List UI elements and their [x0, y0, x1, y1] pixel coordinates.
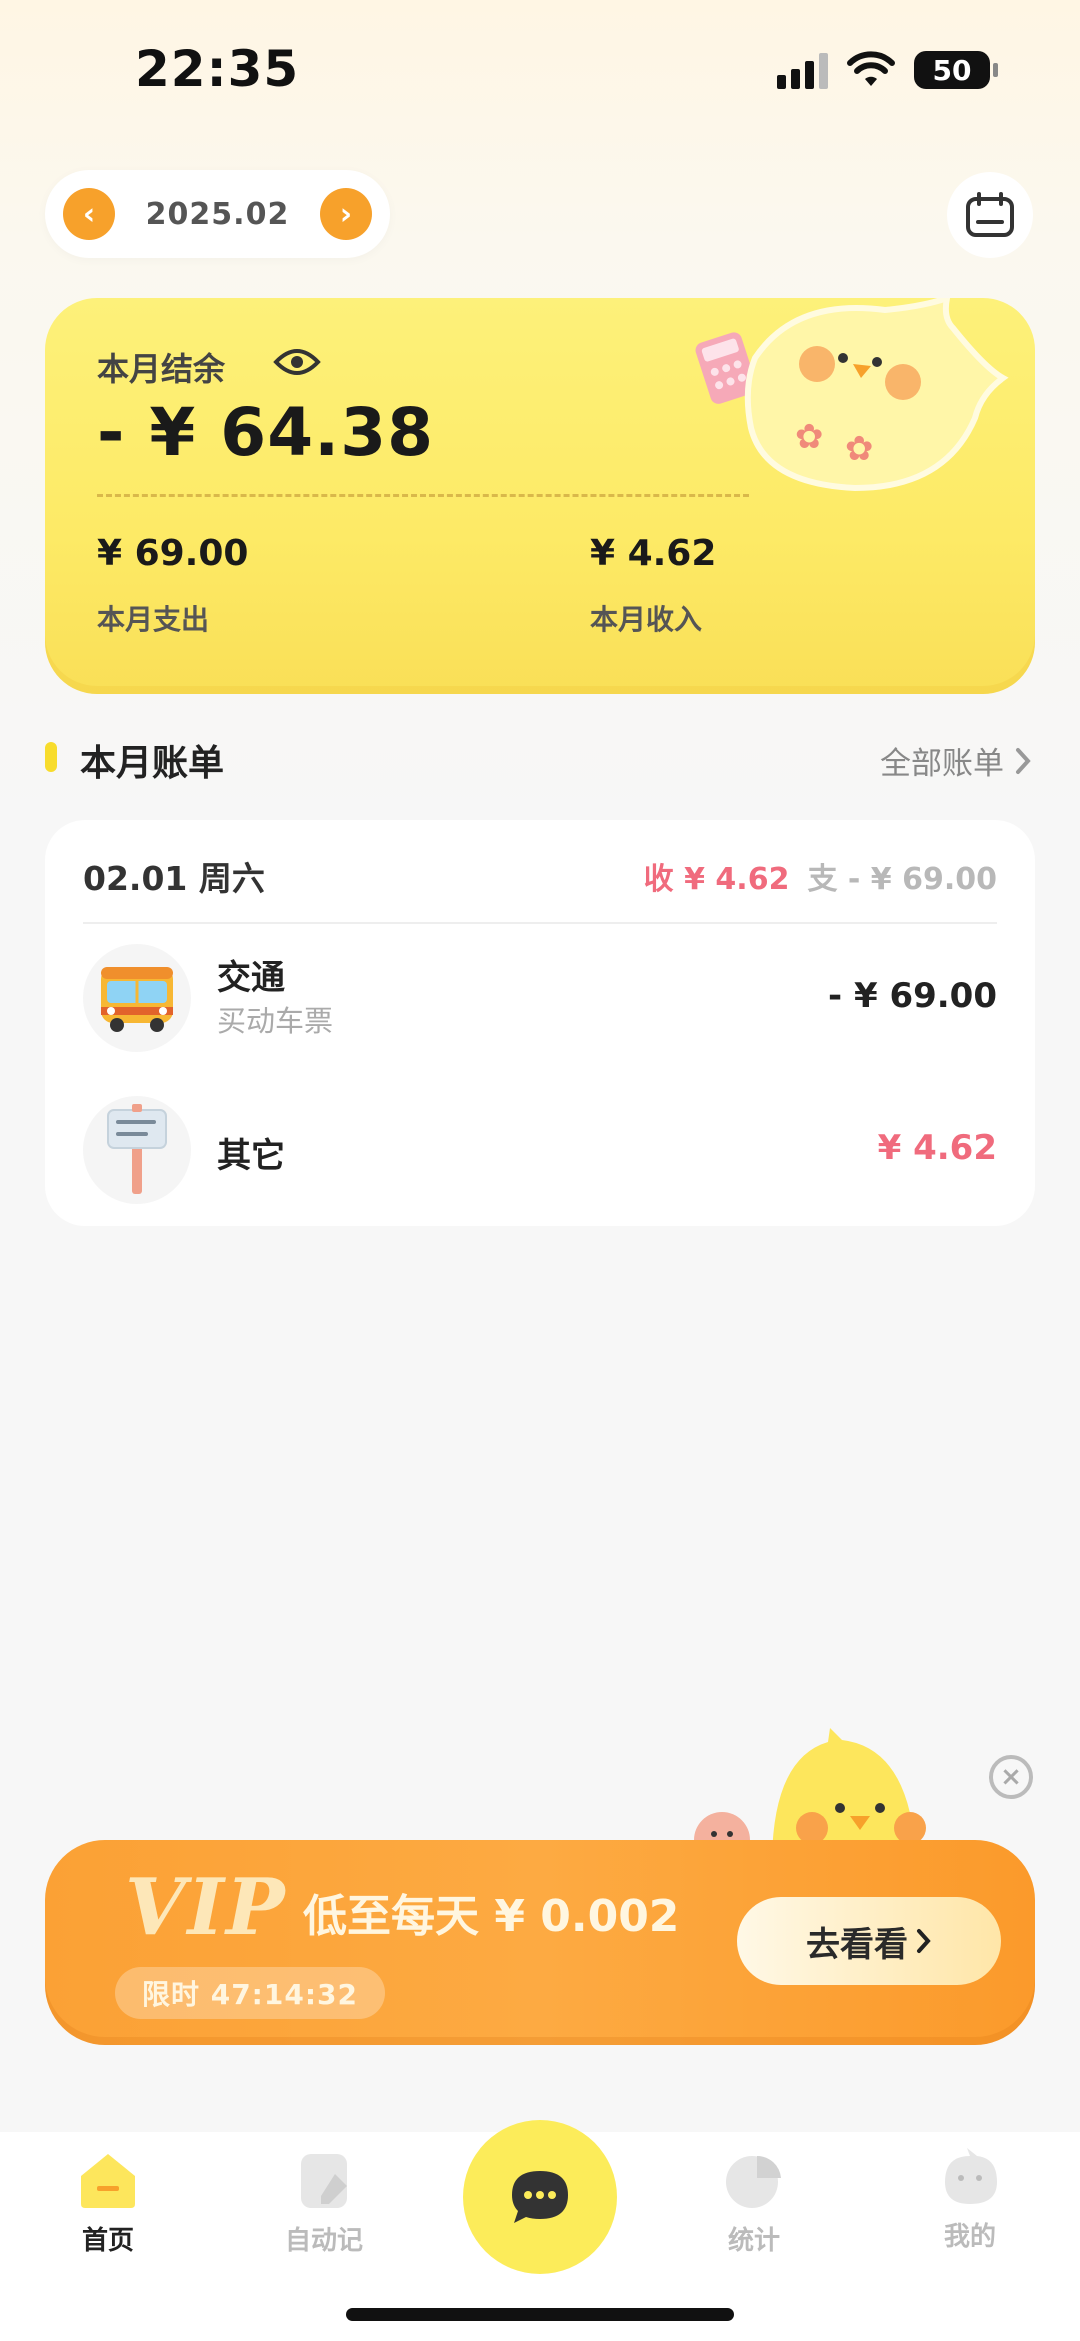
profile-icon — [945, 2148, 997, 2204]
chevron-right-icon[interactable]: › — [319, 188, 372, 240]
day-expense: 支 - ¥ 69.00 — [807, 862, 997, 897]
item-amount: ¥ 4.62 — [877, 1128, 997, 1168]
vip-logo: VIP — [125, 1862, 287, 1953]
vip-go-button[interactable]: 去看看 — [737, 1897, 1001, 1985]
chick-mascot-icon: ✿ ✿ — [695, 298, 1009, 492]
item-category: 交通 — [217, 958, 285, 998]
current-month[interactable]: 2025.02 — [146, 197, 290, 232]
tab-home-label: 首页 — [81, 2226, 134, 2256]
all-bills-label: 全部账单 — [880, 746, 1004, 782]
divider — [97, 494, 749, 497]
section-marker — [45, 742, 57, 772]
all-bills-link[interactable]: 全部账单 — [880, 738, 1032, 783]
status-time: 22:35 — [135, 40, 300, 98]
divider — [83, 922, 997, 924]
chick-mascot-icon — [694, 1728, 926, 1858]
tab-auto-record[interactable]: 自动记 — [254, 2150, 394, 2257]
month-picker: ‹ 2025.02 › — [45, 170, 390, 258]
vip-price-text: 低至每天 ¥ 0.002 — [303, 1891, 680, 1942]
tab-stats-label: 统计 — [727, 2226, 780, 2256]
eye-icon[interactable] — [273, 342, 321, 382]
item-category: 其它 — [217, 1136, 285, 1176]
svg-text:✿: ✿ — [795, 417, 824, 457]
list-item[interactable]: 其它 ¥ 4.62 — [83, 1096, 997, 1204]
chat-icon — [512, 2171, 568, 2223]
list-item[interactable]: 交通 买动车票 - ¥ 69.00 — [83, 944, 997, 1052]
calendar-button[interactable] — [947, 172, 1033, 258]
balance-amount: - ¥ 64.38 — [97, 394, 435, 471]
home-indicator — [346, 2308, 734, 2321]
battery-icon: 50 — [914, 51, 998, 89]
income-label: 本月收入 — [590, 603, 703, 636]
close-icon[interactable]: × — [989, 1755, 1033, 1799]
income-amount: ¥ 4.62 — [590, 533, 717, 574]
status-icons: 50 — [777, 50, 998, 90]
signal-icon — [777, 51, 828, 89]
chat-record-button[interactable] — [463, 2120, 617, 2274]
signpost-icon — [83, 1096, 191, 1204]
chevron-right-icon — [1016, 747, 1031, 774]
day-bill-card: 02.01 周六 收 ¥ 4.62 支 - ¥ 69.00 交通 买动车票 - … — [45, 820, 1035, 1226]
item-note: 买动车票 — [217, 1004, 334, 1038]
tab-stats[interactable]: 统计 — [684, 2150, 824, 2257]
day-income: 收 ¥ 4.62 — [643, 862, 790, 897]
day-summary: 收 ¥ 4.62 支 - ¥ 69.00 — [644, 854, 997, 898]
note-icon — [301, 2154, 347, 2208]
tab-auto-label: 自动记 — [284, 2226, 363, 2256]
bills-section-title: 本月账单 — [80, 743, 225, 784]
item-amount: - ¥ 69.00 — [828, 976, 997, 1016]
tab-home[interactable]: 首页 — [38, 2150, 178, 2257]
calendar-icon — [966, 192, 1014, 237]
vip-go-label: 去看看 — [806, 1924, 908, 1965]
chevron-right-icon — [917, 1929, 931, 1953]
chevron-left-icon[interactable]: ‹ — [63, 188, 115, 240]
tab-mine-label: 我的 — [943, 2222, 996, 2252]
svg-text:✿: ✿ — [845, 429, 874, 469]
balance-label: 本月结余 — [97, 350, 226, 388]
tab-mine[interactable]: 我的 — [900, 2146, 1040, 2253]
home-icon — [81, 2154, 135, 2208]
expense-label: 本月支出 — [97, 603, 210, 636]
vip-promo-banner[interactable]: VIP 低至每天 ¥ 0.002 限时 47:14:32 去看看 — [45, 1840, 1035, 2045]
pie-chart-icon — [726, 2155, 781, 2208]
month-summary-card: 本月结余 - ¥ 64.38 ¥ 69.00 本月支出 ¥ 4.62 本月收入 … — [45, 298, 1035, 694]
expense-amount: ¥ 69.00 — [97, 533, 249, 574]
vip-countdown: 限时 47:14:32 — [115, 1967, 385, 2019]
day-date: 02.01 周六 — [83, 859, 265, 898]
bus-icon — [83, 944, 191, 1052]
wifi-icon — [847, 51, 895, 86]
